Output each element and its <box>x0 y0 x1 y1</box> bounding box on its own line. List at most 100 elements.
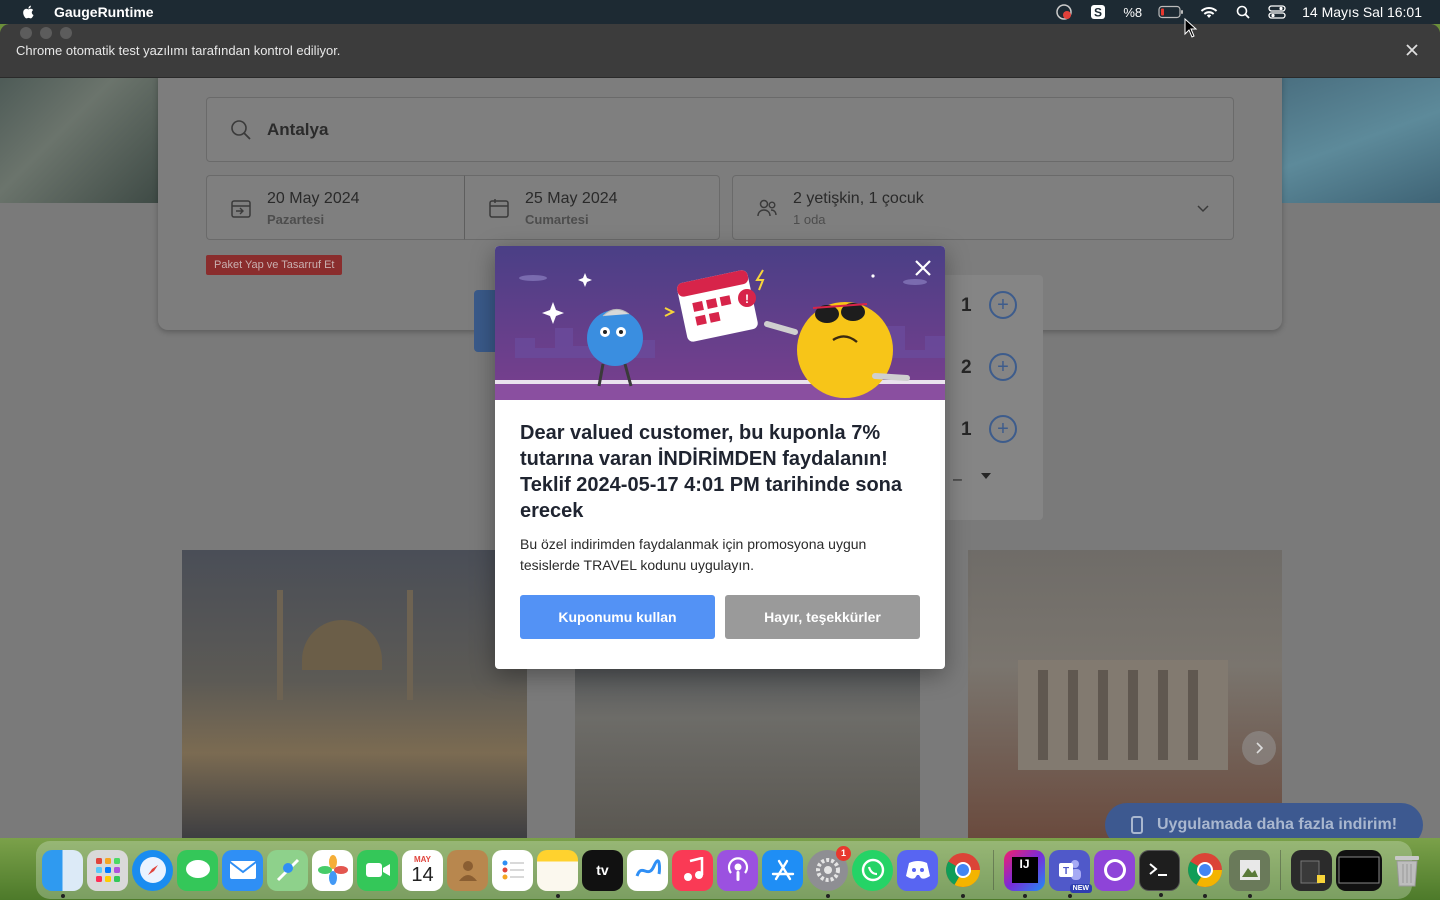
finder-icon[interactable] <box>42 849 83 898</box>
menubar-datetime[interactable]: 14 Mayıs Sal 16:01 <box>1302 4 1422 20</box>
music-icon[interactable] <box>672 849 713 891</box>
destination-card-istanbul[interactable] <box>182 550 527 838</box>
wifi-icon[interactable] <box>1200 4 1218 20</box>
appletv-icon[interactable]: tv <box>582 849 623 891</box>
apple-logo-icon[interactable] <box>18 4 40 20</box>
github-desktop-icon[interactable] <box>1094 849 1135 891</box>
column-shape <box>1158 670 1168 760</box>
notes-icon[interactable] <box>537 849 578 898</box>
carousel-next-button[interactable] <box>1242 731 1276 765</box>
discord-icon[interactable] <box>897 849 938 891</box>
menubar-app-name[interactable]: GaugeRuntime <box>54 4 154 20</box>
rooms-count: 1 <box>961 295 972 316</box>
window-minimize-button[interactable] <box>40 27 52 39</box>
phone-icon <box>1131 816 1143 834</box>
messages-icon[interactable] <box>177 849 218 891</box>
calendar-icon[interactable]: MAY 14 <box>402 849 443 891</box>
battery-percent: %8 <box>1123 4 1143 20</box>
checkin-date: 20 May 2024 <box>267 190 360 207</box>
adults-count: 2 <box>961 357 972 378</box>
app-promo-label: Uygulamada daha fazla indirim! <box>1157 816 1398 833</box>
safari-icon[interactable] <box>132 849 173 891</box>
podcasts-icon[interactable] <box>717 849 758 891</box>
svg-text:S: S <box>1094 6 1102 20</box>
scrivener-s-icon[interactable]: S <box>1089 4 1107 20</box>
rooms-summary: 1 oda <box>793 212 826 227</box>
checkin-date-field[interactable]: 20 May 2024 Pazartesi <box>206 175 464 240</box>
decline-coupon-button[interactable]: Hayır, teşekkürler <box>725 595 920 639</box>
reminders-icon[interactable] <box>492 849 533 891</box>
contacts-icon[interactable] <box>447 849 488 891</box>
launchpad-icon[interactable] <box>87 849 128 891</box>
destination-card-ankara[interactable] <box>968 550 1282 838</box>
spotlight-search-icon[interactable] <box>1234 4 1252 20</box>
whatsapp-icon[interactable] <box>852 849 893 891</box>
modal-hero-illustration: ! <box>495 246 945 400</box>
menubar: GaugeRuntime S %8 14 Mayıs Sal 16:01 <box>0 0 1440 24</box>
destination-input[interactable]: Antalya <box>206 97 1234 162</box>
intellij-label: IJ <box>1011 857 1038 883</box>
column-shape <box>1068 670 1078 760</box>
children-increment-button[interactable]: + <box>989 415 1017 443</box>
coupon-description: Bu özel indirimden faydalanmak için prom… <box>520 536 867 573</box>
guests-summary: 2 yetişkin, 1 çocuk <box>793 190 924 207</box>
checkout-day: Cumartesi <box>525 212 589 227</box>
app-download-promo-button[interactable]: Uygulamada daha fazla indirim! <box>1105 803 1423 838</box>
people-icon <box>757 199 777 217</box>
calendar-day: 14 <box>411 863 434 886</box>
package-save-badge[interactable]: Paket Yap ve Tasarruf Et <box>206 255 343 275</box>
terminal-icon[interactable] <box>1139 849 1180 897</box>
teams-icon[interactable]: T NEW <box>1049 849 1092 898</box>
trash-icon[interactable] <box>1386 850 1427 891</box>
background-photo-right <box>1280 78 1440 203</box>
facetime-icon[interactable] <box>357 849 398 891</box>
checkout-date-field[interactable]: 25 May 2024 Cumartesi <box>464 175 720 240</box>
coupon-modal: ! Dear valued customer, bu kuponla 7% tu… <box>495 246 945 669</box>
window-close-button[interactable] <box>20 27 32 39</box>
freeform-icon[interactable] <box>627 849 668 891</box>
modal-close-icon[interactable] <box>913 258 933 278</box>
caret-down-icon <box>981 473 991 479</box>
battery-icon[interactable] <box>1158 4 1184 20</box>
window-zoom-button[interactable] <box>60 27 72 39</box>
screen-record-icon[interactable] <box>1055 4 1073 20</box>
use-coupon-button[interactable]: Kuponumu kullan <box>520 595 715 639</box>
column-shape <box>1188 670 1198 760</box>
mouse-cursor-icon <box>1184 18 1198 38</box>
settings-icon[interactable]: 1 <box>807 845 851 898</box>
appstore-icon[interactable] <box>762 849 803 891</box>
photos-icon[interactable] <box>312 849 353 891</box>
child-age-select[interactable]: – <box>953 471 962 489</box>
preview-icon[interactable] <box>1229 849 1270 898</box>
intellij-icon[interactable]: IJ <box>1004 849 1045 898</box>
mail-icon[interactable] <box>222 849 263 891</box>
window-controls <box>20 27 72 39</box>
chrome-icon[interactable] <box>1184 850 1225 898</box>
checkin-day: Pazartesi <box>267 212 325 227</box>
guests-selector[interactable]: 2 yetişkin, 1 çocuk 1 oda <box>732 175 1234 240</box>
dock-separator <box>993 850 994 890</box>
column-shape <box>1128 670 1138 760</box>
checkout-date: 25 May 2024 <box>525 190 618 207</box>
chevron-right-icon <box>1256 742 1264 754</box>
downloads-stack-icon[interactable] <box>1291 849 1332 891</box>
column-shape <box>1098 670 1108 760</box>
svg-text:T: T <box>1062 866 1068 877</box>
svg-text:!: ! <box>745 292 749 306</box>
control-center-icon[interactable] <box>1268 4 1286 20</box>
chevron-down-icon <box>1197 205 1209 213</box>
minaret-shape <box>407 590 413 700</box>
checkin-calendar-icon <box>231 200 251 218</box>
automation-infobar: Chrome otomatik test yazılımı tarafından… <box>0 24 1440 78</box>
adults-increment-button[interactable]: + <box>989 353 1017 381</box>
infobar-close-icon[interactable] <box>1402 40 1422 60</box>
dock: MAY 14 tv 1 IJ T NEW <box>36 841 1419 899</box>
rooms-increment-button[interactable]: + <box>989 291 1017 319</box>
maps-icon[interactable] <box>267 849 308 891</box>
coupon-title: Dear valued customer, bu kuponla 7% tuta… <box>520 422 903 522</box>
column-shape <box>1038 670 1048 760</box>
chrome-icon[interactable] <box>942 850 983 898</box>
terminal-window-thumbnail[interactable] <box>1336 849 1382 891</box>
children-count: 1 <box>961 419 972 440</box>
calendar-month: MAY <box>413 854 432 864</box>
